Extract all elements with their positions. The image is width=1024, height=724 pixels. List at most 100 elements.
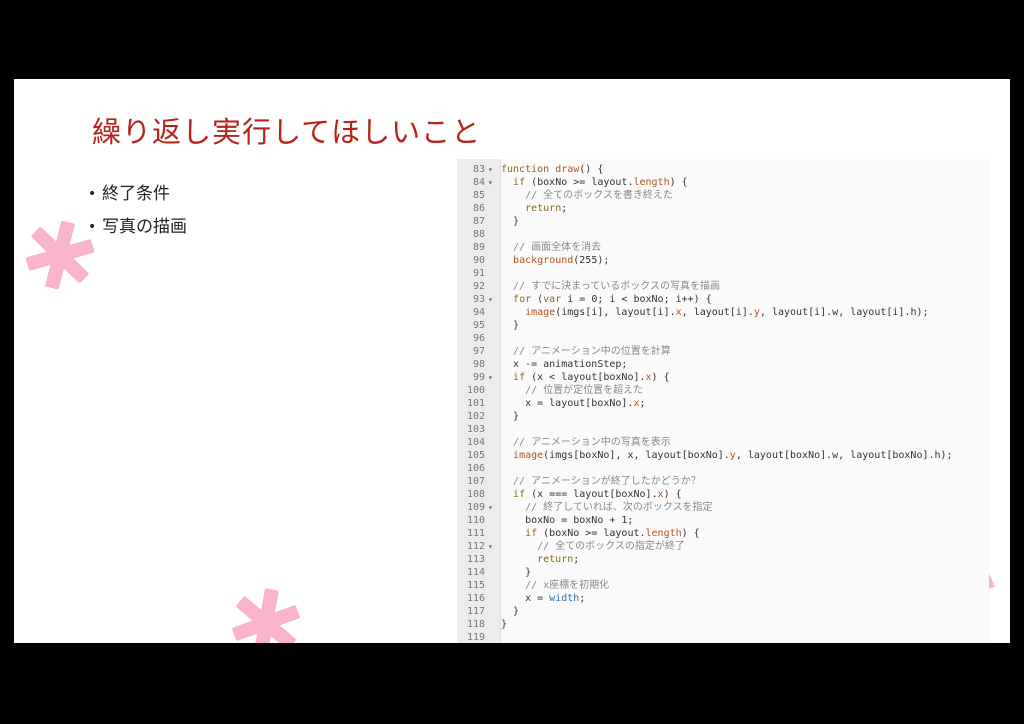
line-number: 105 — [466, 450, 485, 461]
line-number: 97 — [472, 346, 485, 357]
fold-arrow-icon — [488, 488, 500, 501]
bullet-item: • 写真の描画 — [88, 216, 187, 249]
code-text: // アニメーション中の位置を計算 — [500, 345, 671, 358]
fold-arrow-icon — [488, 410, 500, 423]
code-token: () { — [579, 164, 604, 175]
code-line: 101 x = layout[boxNo].x; — [457, 397, 953, 410]
line-number: 83 — [472, 164, 485, 175]
line-number: 106 — [466, 463, 485, 474]
code-token: var — [543, 294, 562, 305]
code-token: } — [501, 411, 520, 422]
fold-arrow-icon — [488, 592, 500, 605]
code-token: // 終了していれば、次のボックスを指定 — [501, 502, 713, 513]
line-number: 104 — [466, 437, 485, 448]
fold-arrow-icon — [488, 189, 500, 202]
code-line: 85 // 全てのボックスを書き終えた — [457, 189, 953, 202]
line-number: 114 — [466, 567, 485, 578]
code-line: 93 ▾ for (var i = 0; i < boxNo; i++) { — [457, 293, 953, 306]
fold-arrow-icon[interactable]: ▾ — [488, 176, 500, 189]
code-token: if — [525, 528, 538, 539]
line-number: 101 — [466, 398, 485, 409]
code-text: // 位置が定位置を超えた — [500, 384, 643, 397]
fold-arrow-icon — [488, 423, 500, 436]
code-line: 94 image(imgs[i], layout[i].x, layout[i]… — [457, 306, 953, 319]
line-number: 89 — [472, 242, 485, 253]
code-line: 118} — [457, 618, 953, 631]
code-line: 119 — [457, 631, 953, 643]
code-text: // 全てのボックスの指定が終了 — [500, 540, 685, 553]
code-line: 111 if (boxNo >= layout.length) { — [457, 527, 953, 540]
code-text: } — [500, 605, 519, 618]
code-token: ; — [639, 398, 646, 409]
bullet-dot-icon: • — [88, 186, 97, 202]
code-line: 88 — [457, 228, 953, 241]
line-number: 109 — [466, 502, 485, 513]
code-token: x = — [501, 593, 550, 604]
code-text: } — [500, 618, 507, 631]
line-number: 112 — [466, 541, 485, 552]
fold-arrow-icon[interactable]: ▾ — [488, 163, 500, 176]
fold-arrow-icon[interactable]: ▾ — [488, 371, 500, 384]
fold-arrow-icon — [488, 332, 500, 345]
code-token: ) { — [651, 372, 670, 383]
code-token: ( — [531, 294, 544, 305]
code-text: // アニメーション中の写真を表示 — [500, 436, 671, 449]
code-line: 110 boxNo = boxNo + 1; — [457, 514, 953, 527]
code-text: image(imgs[i], layout[i].x, layout[i].y,… — [500, 306, 929, 319]
code-line: 102 } — [457, 410, 953, 423]
bullet-item: • 終了条件 — [88, 183, 187, 216]
fold-arrow-icon[interactable]: ▾ — [488, 293, 500, 306]
fold-arrow-icon — [488, 241, 500, 254]
code-text: x -= animationStep; — [500, 358, 627, 371]
code-token: // アニメーション中の写真を表示 — [501, 437, 671, 448]
code-token: x = layout[boxNo]. — [501, 398, 634, 409]
code-line: 113 return; — [457, 553, 953, 566]
code-token: , layout[i]. — [681, 307, 754, 318]
code-text: if (x < layout[boxNo].x) { — [500, 371, 670, 384]
fold-arrow-icon — [488, 397, 500, 410]
code-text: image(imgs[boxNo], x, layout[boxNo].y, l… — [500, 449, 953, 462]
code-token: x -= animationStep; — [501, 359, 628, 370]
code-token: if — [513, 489, 526, 500]
bullet-dot-icon: • — [88, 219, 97, 235]
line-number: 103 — [466, 424, 485, 435]
code-line: 115 // x座標を初期化 — [457, 579, 953, 592]
fold-arrow-icon — [488, 618, 500, 631]
code-token: , layout[i].w, layout[i].h); — [759, 307, 929, 318]
line-number: 95 — [472, 320, 485, 331]
code-token: return — [525, 203, 562, 214]
code-text: if (x === layout[boxNo].x) { — [500, 488, 682, 501]
code-line: 99 ▾ if (x < layout[boxNo].x) { — [457, 371, 953, 384]
code-line: 105 image(imgs[boxNo], x, layout[boxNo].… — [457, 449, 953, 462]
line-number: 111 — [466, 528, 485, 539]
code-line: 89 // 画面全体を消去 — [457, 241, 953, 254]
code-line: 106 — [457, 462, 953, 475]
code-token: (boxNo >= layout. — [525, 177, 634, 188]
code-editor[interactable]: 83 ▾ function draw() {84 ▾ if (boxNo >= lay… — [457, 159, 989, 643]
fold-arrow-icon — [488, 319, 500, 332]
line-number: 118 — [466, 619, 485, 630]
code-token: ; — [573, 554, 580, 565]
code-text: return; — [500, 553, 579, 566]
line-number: 96 — [472, 333, 485, 344]
slide: 繰り返し実行してほしいこと • 終了条件 • 写真の描画 83 ▾ function… — [14, 79, 1010, 643]
fold-arrow-icon — [488, 527, 500, 540]
code-text: // 終了していれば、次のボックスを指定 — [500, 501, 713, 514]
code-token: } — [501, 320, 520, 331]
fold-arrow-icon[interactable]: ▾ — [488, 501, 500, 514]
code-line: 116 x = width; — [457, 592, 953, 605]
line-number: 92 — [472, 281, 485, 292]
code-text: // アニメーションが終了したかどうか？ — [500, 475, 701, 488]
fold-arrow-icon[interactable]: ▾ — [488, 540, 500, 553]
code-text: } — [500, 410, 519, 423]
code-token: // 画面全体を消去 — [501, 242, 602, 253]
code-line: 90 background(255); — [457, 254, 953, 267]
code-line: 95 } — [457, 319, 953, 332]
code-token: (x < layout[boxNo]. — [525, 372, 646, 383]
code-text: // 画面全体を消去 — [500, 241, 601, 254]
code-token: (x === layout[boxNo]. — [525, 489, 658, 500]
code-token: width — [549, 593, 580, 604]
